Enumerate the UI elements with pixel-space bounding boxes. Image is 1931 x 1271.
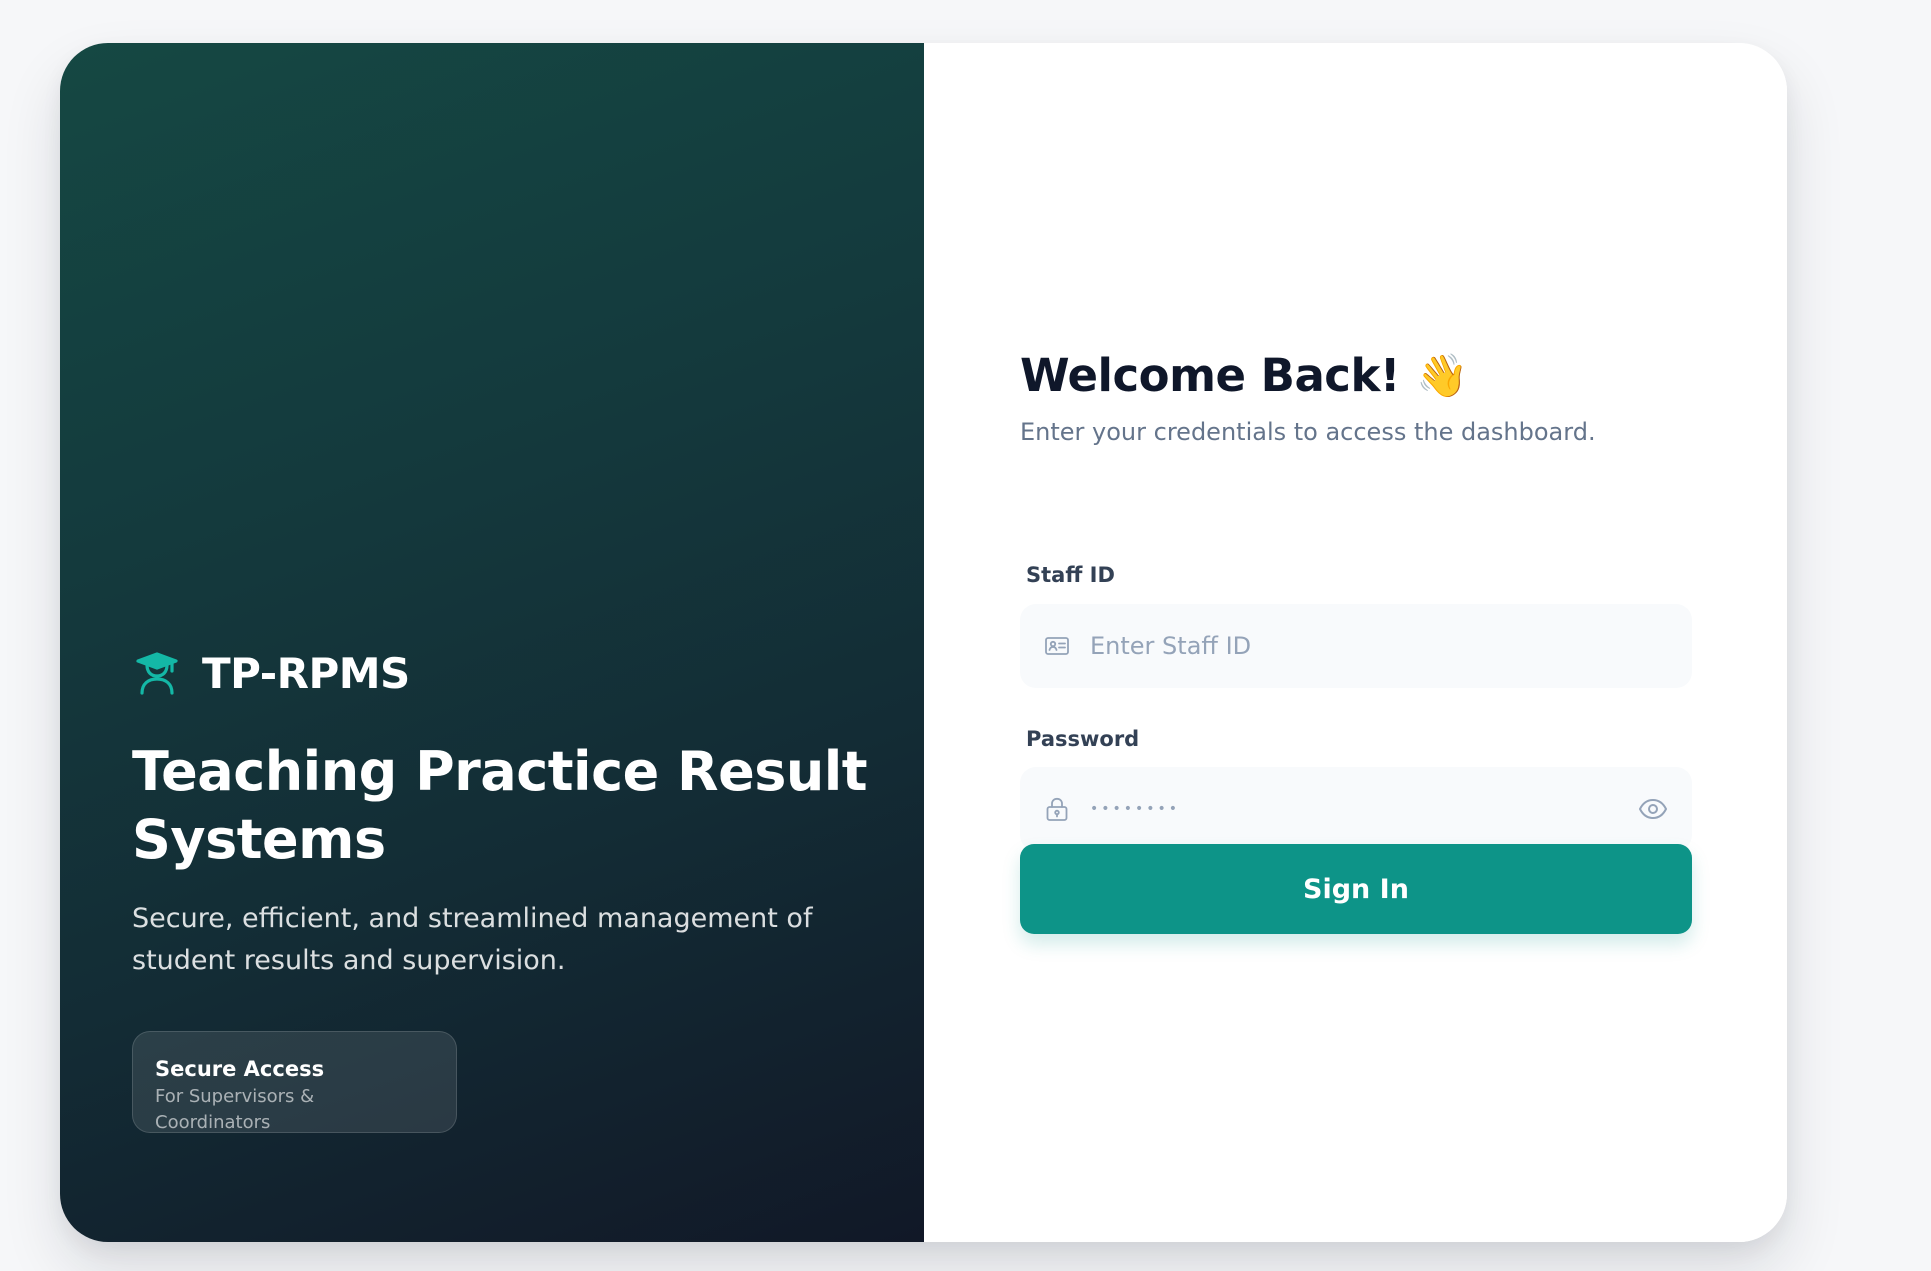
hero-panel: TP-RPMS Teaching Practice Result Systems… <box>60 43 924 1242</box>
brand-name: TP-RPMS <box>202 648 410 698</box>
badge-subtitle: For Supervisors & Coordinators <box>155 1086 315 1133</box>
graduation-cap-icon <box>132 648 182 698</box>
welcome-title-text: Welcome Back! <box>1020 349 1400 402</box>
brand: TP-RPMS <box>132 648 410 698</box>
staff-id-field[interactable] <box>1020 604 1692 688</box>
hero-headline: Teaching Practice Result Systems <box>132 740 868 871</box>
sign-in-button[interactable]: Sign In <box>1020 844 1692 934</box>
secure-access-badge: Secure Access For Supervisors & Coordina… <box>132 1031 457 1133</box>
id-card-icon <box>1045 637 1069 655</box>
password-field[interactable] <box>1020 767 1692 851</box>
lock-icon <box>1046 797 1068 821</box>
login-subtitle: Enter your credentials to access the das… <box>1020 418 1596 446</box>
waving-hand-icon: 👋 <box>1415 350 1468 400</box>
staff-id-label: Staff ID <box>1026 563 1115 587</box>
badge-title: Secure Access <box>155 1057 325 1081</box>
eye-icon[interactable] <box>1638 795 1668 823</box>
staff-id-input[interactable] <box>1090 604 1650 688</box>
password-label: Password <box>1026 727 1140 751</box>
login-card: TP-RPMS Teaching Practice Result Systems… <box>60 43 1787 1242</box>
welcome-title: Welcome Back! 👋 <box>1020 349 1468 402</box>
password-input[interactable] <box>1090 767 1650 851</box>
login-panel: Welcome Back! 👋 Enter your credentials t… <box>924 43 1787 1242</box>
hero-tagline: Secure, efficient, and streamlined manag… <box>132 903 813 976</box>
